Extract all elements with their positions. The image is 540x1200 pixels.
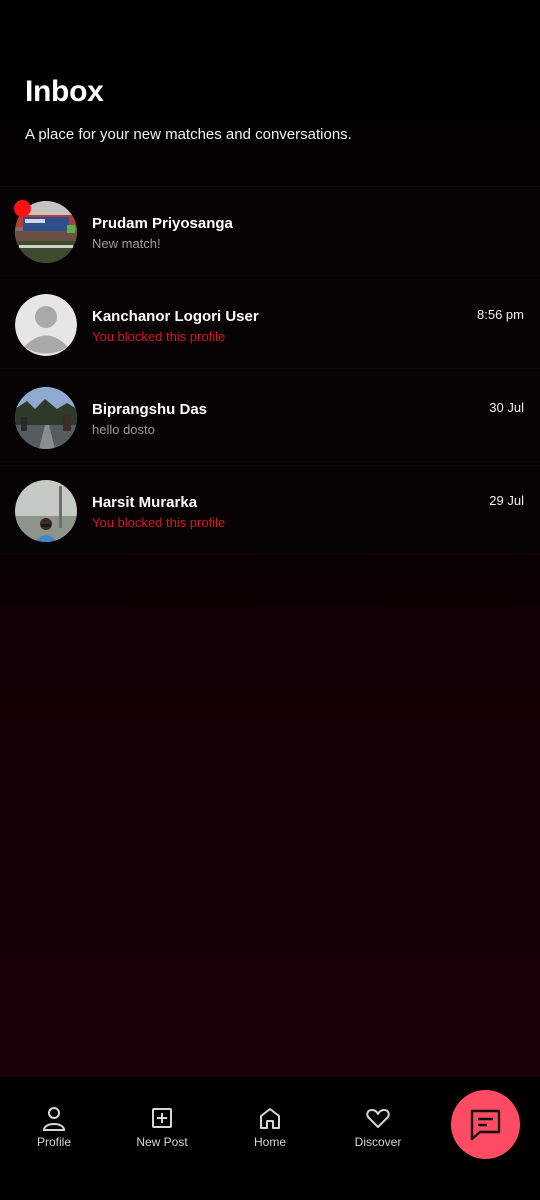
avatar[interactable] xyxy=(15,480,77,542)
contact-name: Biprangshu Das xyxy=(92,401,208,418)
inbox-header: Inbox A place for your new matches and c… xyxy=(25,75,515,143)
blocked-status: You blocked this profile xyxy=(92,329,226,344)
chat-icon xyxy=(470,1109,501,1141)
message-preview: hello dosto xyxy=(92,422,155,437)
contact-name: Kanchanor Logori User xyxy=(92,308,259,325)
blocked-status: You blocked this profile xyxy=(92,515,226,530)
unread-dot xyxy=(14,200,31,217)
nav-home[interactable]: Home xyxy=(225,1105,315,1149)
nav-label: New Post xyxy=(136,1135,188,1149)
nav-discover[interactable]: Discover xyxy=(333,1105,423,1149)
heart-icon xyxy=(366,1109,390,1128)
person-icon xyxy=(42,1107,66,1131)
chat-fab-button[interactable] xyxy=(451,1090,520,1159)
conversation-list: Prudam Priyosanga New match! Kanchanor L… xyxy=(0,186,540,558)
timestamp: 29 Jul xyxy=(489,493,524,508)
contact-name: Harsit Murarka xyxy=(92,494,198,511)
plus-square-icon xyxy=(152,1108,172,1128)
conversation-item[interactable]: Harsit Murarka You blocked this profile … xyxy=(0,465,540,555)
timestamp: 30 Jul xyxy=(489,400,524,415)
conversation-item[interactable]: Kanchanor Logori User You blocked this p… xyxy=(0,279,540,369)
default-person-icon[interactable] xyxy=(15,294,77,356)
nav-new-post[interactable]: New Post xyxy=(117,1105,207,1149)
timestamp: 8:56 pm xyxy=(477,307,524,322)
nav-label: Discover xyxy=(354,1135,402,1149)
page-title: Inbox xyxy=(25,75,104,108)
conversation-item[interactable]: Prudam Priyosanga New match! xyxy=(0,186,540,276)
nav-label: Profile xyxy=(36,1135,71,1149)
message-preview: New match! xyxy=(92,236,161,251)
avatar[interactable] xyxy=(15,387,77,449)
contact-name: Prudam Priyosanga xyxy=(92,215,233,232)
nav-profile[interactable]: Profile xyxy=(9,1105,99,1149)
nav-label: Home xyxy=(253,1135,286,1149)
home-icon xyxy=(260,1108,280,1129)
conversation-item[interactable]: Biprangshu Das hello dosto 30 Jul xyxy=(0,372,540,462)
page-subtitle: A place for your new matches and convers… xyxy=(25,126,352,143)
